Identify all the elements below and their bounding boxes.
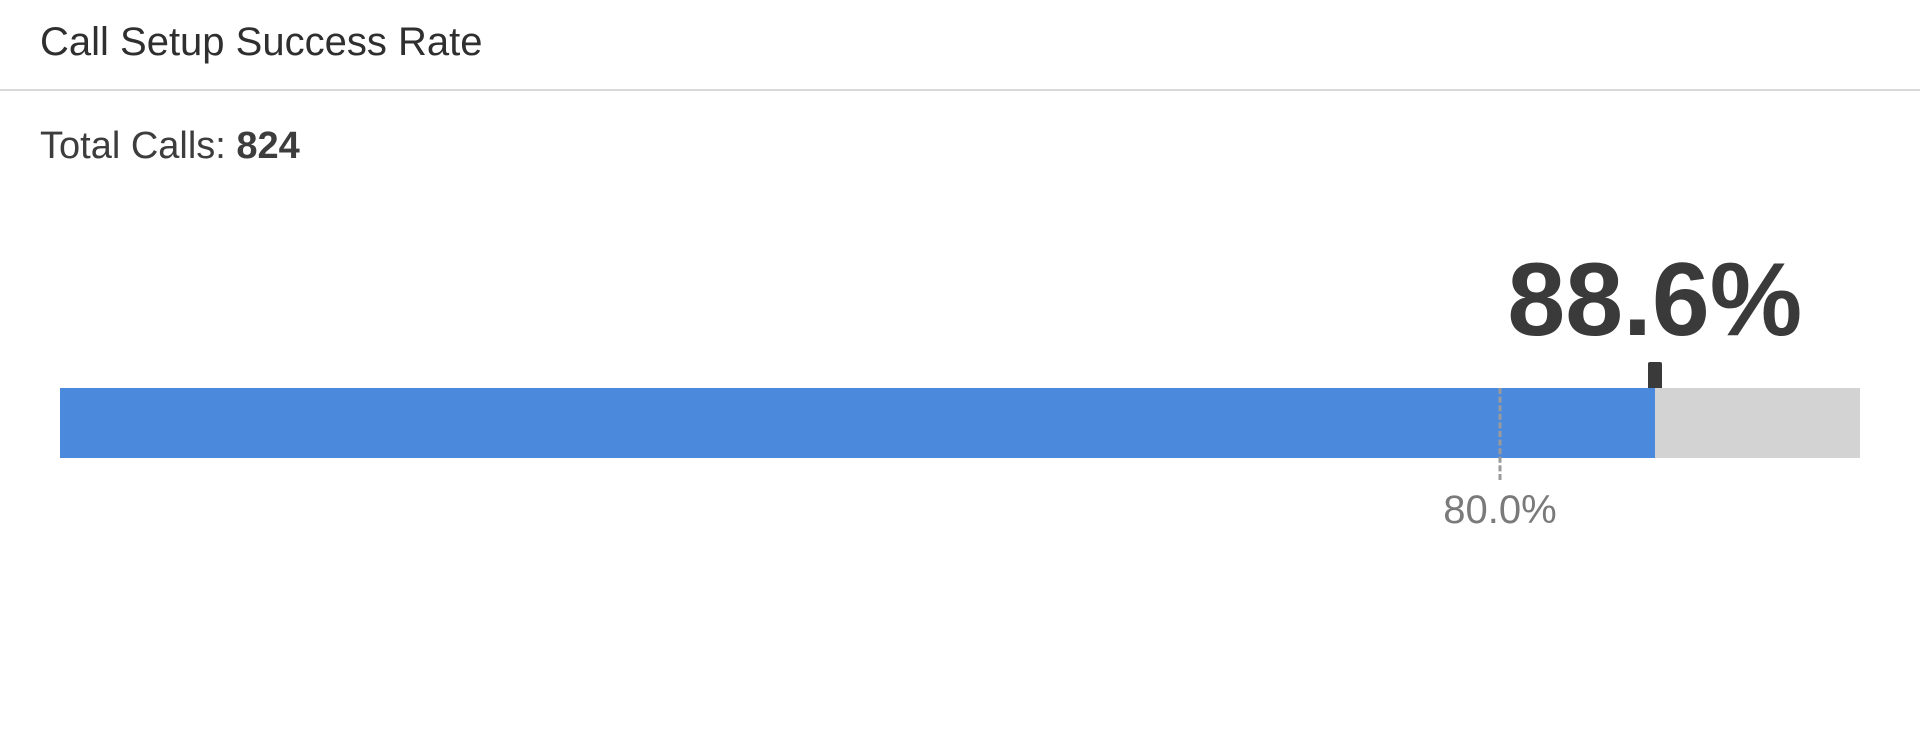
panel-subtitle: Total Calls: 824 [0, 91, 1920, 168]
bullet-chart: 88.6% 80.0% [60, 168, 1860, 558]
target-marker [1499, 388, 1502, 480]
panel-title: Call Setup Success Rate [0, 0, 1920, 91]
bar-fill [60, 388, 1655, 458]
metric-panel: Call Setup Success Rate Total Calls: 824… [0, 0, 1920, 558]
value-label: 88.6% [1507, 248, 1802, 352]
bar-track [60, 388, 1860, 458]
target-label: 80.0% [1443, 488, 1556, 533]
subtitle-label: Total Calls: [40, 125, 236, 167]
subtitle-value: 824 [236, 125, 299, 167]
